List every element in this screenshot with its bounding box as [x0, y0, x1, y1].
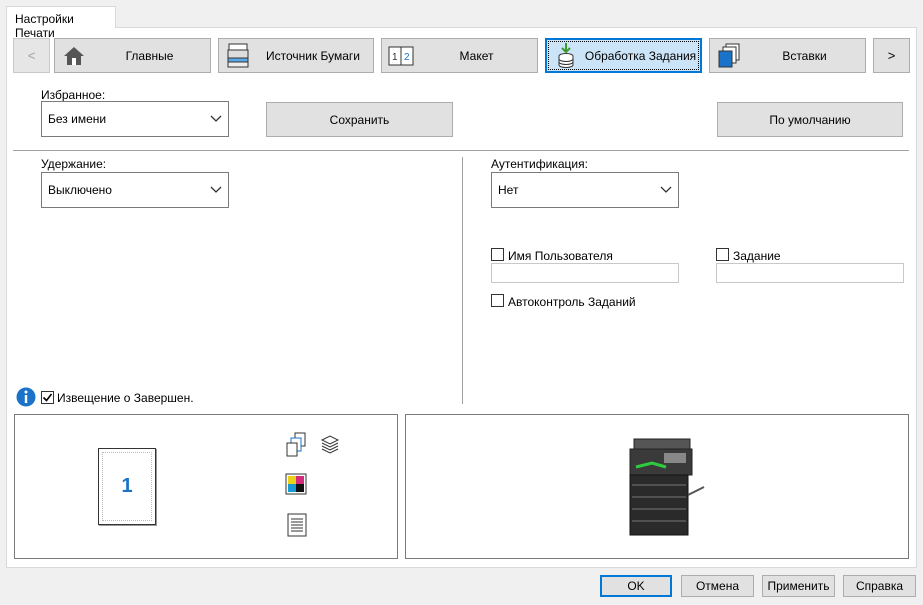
svg-text:1: 1 — [392, 52, 398, 63]
tab-paper-source-label: Источник Бумаги — [265, 48, 361, 63]
tab-job-handling[interactable]: Обработка Задания — [545, 38, 702, 73]
dialog-tab-print-settings[interactable]: Настройки Печати — [6, 6, 116, 40]
collate-icon — [286, 432, 310, 461]
paper-tray-icon — [223, 41, 253, 71]
tab-inserts-label: Вставки — [782, 48, 827, 63]
preview-page: 1 — [98, 448, 156, 525]
job-input[interactable] — [716, 263, 904, 283]
svg-text:2: 2 — [404, 52, 410, 63]
restore-default-button[interactable]: По умолчанию — [717, 102, 903, 137]
color-mode-icon — [285, 473, 307, 498]
authentication-select[interactable]: Нет — [491, 172, 679, 208]
save-favorite-button[interactable]: Сохранить — [266, 102, 453, 137]
job-label: Задание — [733, 249, 781, 263]
favorites-select[interactable]: Без имени — [41, 101, 229, 137]
job-stack-icon — [551, 41, 581, 71]
tabs-next-button[interactable]: > — [873, 38, 910, 73]
tab-paper-source[interactable]: Источник Бумаги — [218, 38, 374, 73]
username-input[interactable] — [491, 263, 679, 283]
info-icon — [16, 387, 36, 407]
document-icon — [287, 513, 307, 540]
tab-layout[interactable]: 12 Макет — [381, 38, 538, 73]
home-icon — [59, 41, 89, 71]
chevron-down-icon — [204, 186, 228, 194]
retention-select[interactable]: Выключено — [41, 172, 229, 208]
tab-main[interactable]: Главные — [54, 38, 211, 73]
authentication-value: Нет — [498, 183, 519, 197]
tabs-prev-button[interactable]: < — [13, 38, 50, 73]
chevron-down-icon — [654, 186, 678, 194]
notification-checkbox[interactable] — [41, 391, 54, 404]
tab-inserts[interactable]: Вставки — [709, 38, 866, 73]
authentication-label: Аутентификация: — [491, 157, 588, 171]
retention-value: Выключено — [48, 183, 112, 197]
check-icon — [42, 393, 53, 402]
favorites-label: Избранное: — [41, 88, 106, 102]
username-checkbox[interactable] — [491, 248, 504, 261]
preview-page-number: 1 — [121, 475, 133, 497]
layout-icon: 12 — [386, 41, 416, 71]
inserts-icon — [714, 41, 744, 71]
chevron-down-icon — [204, 115, 228, 123]
tab-main-label: Главные — [125, 48, 174, 63]
tab-job-handling-label: Обработка Задания — [584, 48, 697, 63]
job-control-checkbox[interactable] — [491, 294, 504, 307]
favorites-value: Без имени — [48, 112, 107, 126]
job-control-label: Автоконтроль Заданий — [508, 295, 636, 309]
paper-stack-icon — [320, 434, 340, 457]
notification-label: Извещение о Завершен. — [57, 391, 194, 405]
apply-button[interactable]: Применить — [762, 575, 835, 597]
column-divider — [462, 157, 463, 404]
help-button[interactable]: Справка — [843, 575, 916, 597]
cancel-button[interactable]: Отмена — [681, 575, 754, 597]
username-label: Имя Пользователя — [508, 249, 613, 263]
tab-layout-label: Макет — [459, 48, 494, 63]
printer-preview-pane — [405, 414, 909, 559]
printer-icon — [626, 437, 716, 540]
job-checkbox[interactable] — [716, 248, 729, 261]
document-preview-pane: 1 — [14, 414, 398, 559]
ok-button[interactable]: OK — [600, 575, 672, 597]
section-divider — [13, 150, 909, 151]
retention-label: Удержание: — [41, 157, 107, 171]
